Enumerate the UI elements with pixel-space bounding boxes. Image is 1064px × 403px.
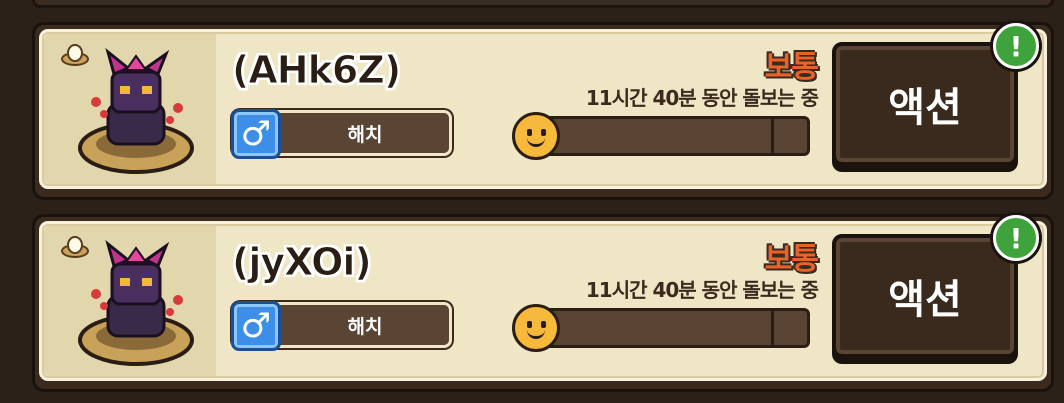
- pet-status: 보통: [764, 242, 819, 277]
- pet-sprite: [78, 240, 194, 366]
- pet-info-bar: ♂ 해치: [231, 109, 452, 159]
- progress-divider: [771, 311, 774, 345]
- care-time-text: 11시간 40분 동안 돌보는 중: [585, 278, 819, 302]
- smiley-icon: [512, 112, 560, 160]
- pet-sprite: [78, 48, 194, 174]
- smiley-icon: [512, 304, 560, 352]
- pet-portrait[interactable]: [44, 226, 216, 376]
- pet-stage-label: 해치: [347, 315, 383, 338]
- pet-portrait[interactable]: [44, 34, 216, 184]
- male-gender-icon: ♂: [231, 109, 281, 159]
- alert-icon[interactable]: !: [993, 215, 1039, 261]
- care-progress-bar: [522, 116, 810, 156]
- pet-card[interactable]: (AHk6Z) ♂ 해치 보통 11시간 40분 동안 돌보는 중 액션 !: [32, 22, 1054, 200]
- pet-name: (AHk6Z): [231, 48, 401, 93]
- action-button[interactable]: 액션: [832, 42, 1018, 166]
- pet-status: 보통: [764, 50, 819, 85]
- pet-stage-label: 해치: [347, 123, 383, 146]
- pet-card-body: (jyXOi) ♂ 해치 보통 11시간 40분 동안 돌보는 중 액션: [39, 221, 1047, 381]
- care-time-text: 11시간 40분 동안 돌보는 중: [585, 86, 819, 110]
- pet-name: (jyXOi): [232, 240, 373, 285]
- pet-card[interactable]: (jyXOi) ♂ 해치 보통 11시간 40분 동안 돌보는 중 액션 !: [32, 214, 1054, 392]
- pet-card-body: (AHk6Z) ♂ 해치 보통 11시간 40분 동안 돌보는 중 액션: [39, 29, 1047, 189]
- alert-icon[interactable]: !: [993, 23, 1039, 69]
- progress-divider: [771, 119, 774, 153]
- action-button[interactable]: 액션: [832, 234, 1018, 358]
- previous-card-edge: [32, 0, 1054, 8]
- male-gender-icon: ♂: [231, 301, 281, 351]
- care-progress-bar: [522, 308, 810, 348]
- pet-info-bar: ♂ 해치: [231, 301, 452, 351]
